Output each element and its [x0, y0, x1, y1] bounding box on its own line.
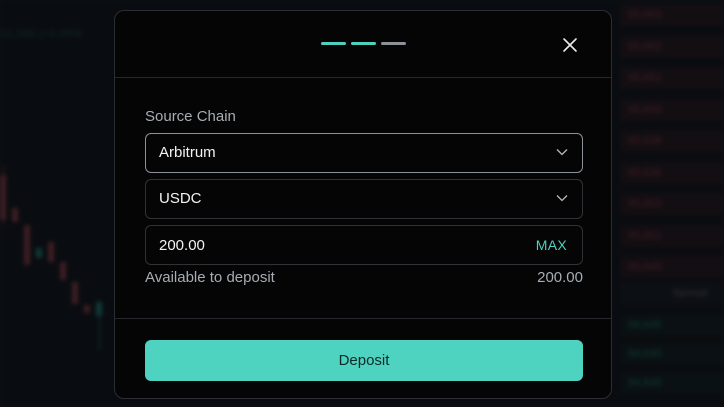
deposit-button[interactable]: Deposit	[145, 340, 583, 381]
step-1	[321, 42, 346, 45]
available-value: 200.00	[537, 269, 583, 286]
max-button[interactable]: MAX	[536, 226, 567, 264]
token-select-value: USDC	[159, 190, 202, 207]
modal-header	[115, 11, 611, 78]
footer-divider	[115, 318, 611, 319]
available-label: Available to deposit	[145, 269, 275, 286]
deposit-modal: Source Chain Arbitrum USDC MAX Available…	[114, 10, 612, 399]
close-icon	[563, 38, 577, 52]
chain-select-value: Arbitrum	[159, 144, 216, 161]
source-chain-label: Source Chain	[145, 108, 236, 125]
step-3	[381, 42, 406, 45]
amount-input[interactable]	[146, 226, 506, 264]
deposit-form: Source Chain Arbitrum USDC MAX Available…	[145, 107, 583, 289]
token-select[interactable]: USDC	[145, 179, 583, 219]
chevron-down-icon	[556, 149, 568, 156]
chain-select[interactable]: Arbitrum	[145, 133, 583, 173]
chevron-down-icon	[556, 195, 568, 202]
close-button[interactable]	[560, 35, 580, 55]
step-2	[351, 42, 376, 45]
step-indicator	[321, 42, 406, 45]
amount-field: MAX	[145, 225, 583, 265]
available-balance: Available to deposit 200.00	[145, 269, 583, 289]
